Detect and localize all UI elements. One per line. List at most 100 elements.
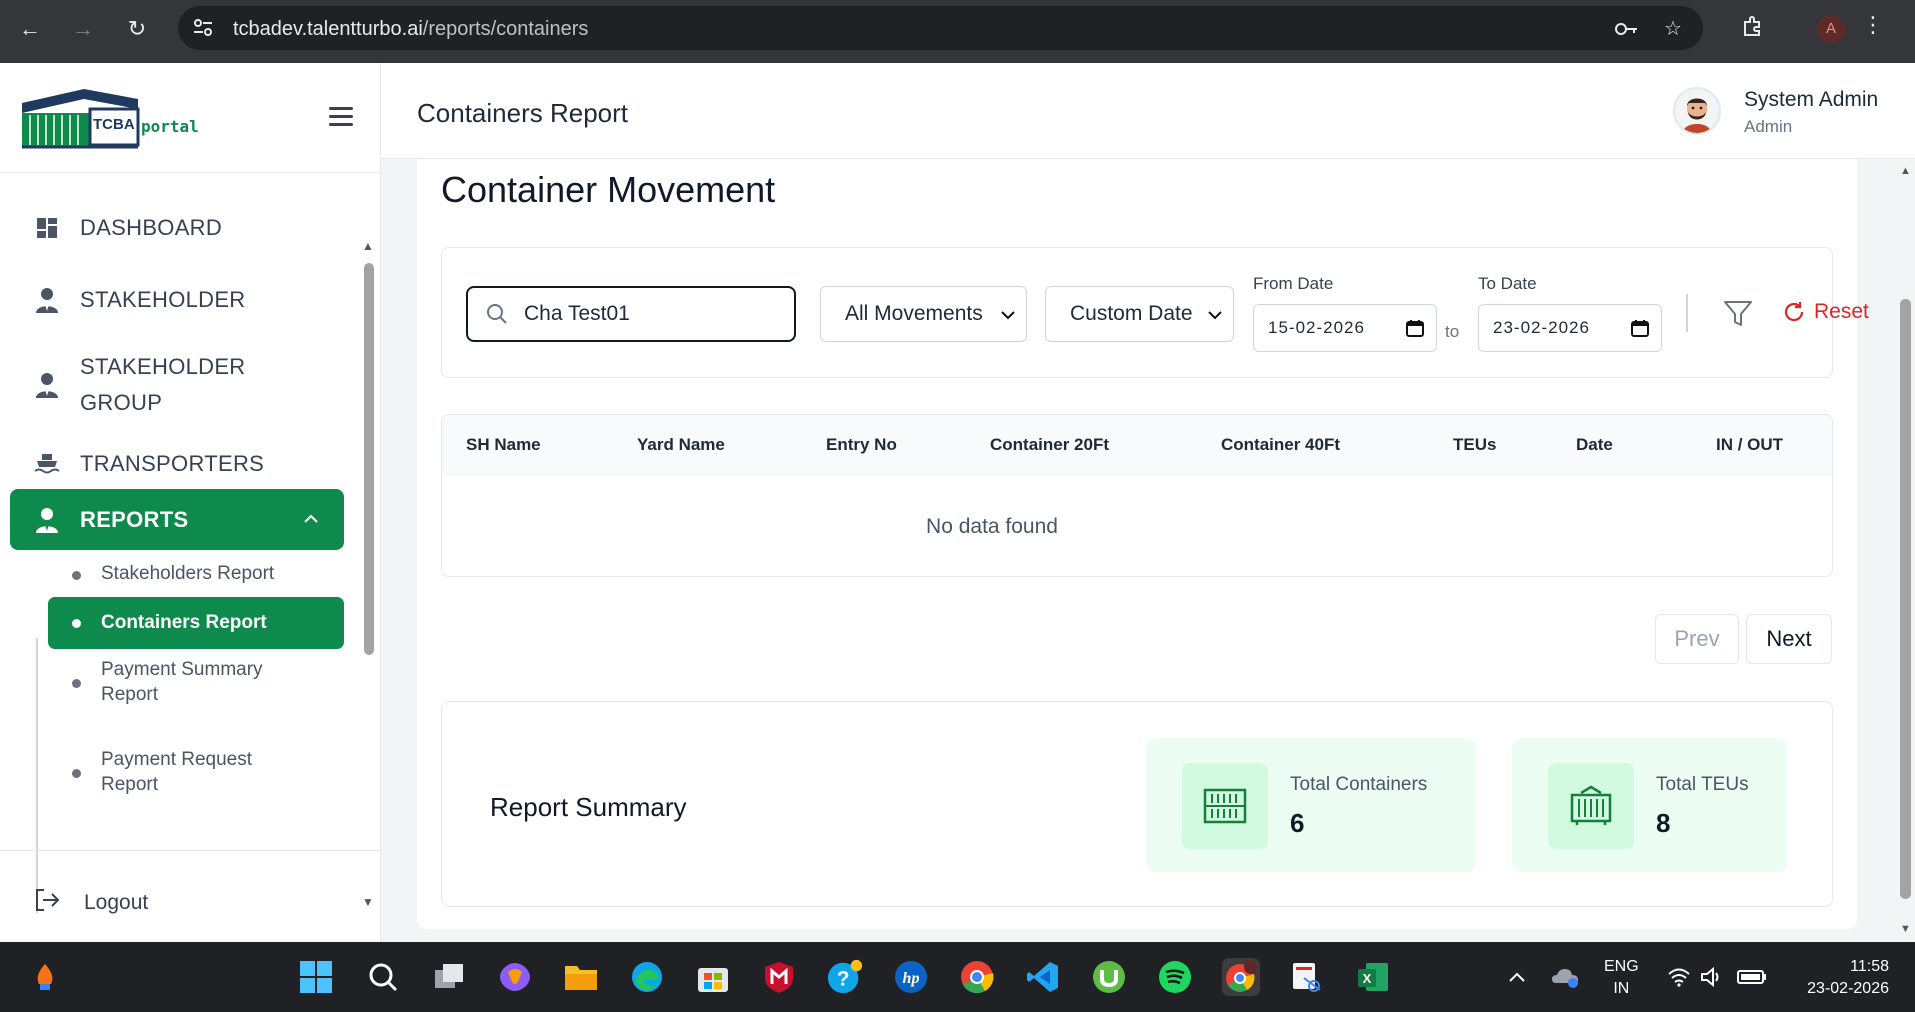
subitem-containers-report[interactable]: Containers Report	[48, 597, 344, 649]
browser-menu-icon[interactable]: ⋮	[1862, 12, 1884, 38]
subitem-payment-summary-report[interactable]: Payment Summary Report	[48, 653, 344, 717]
prev-button[interactable]: Prev	[1655, 614, 1739, 664]
empty-state: No data found	[926, 515, 1058, 538]
subitem-stakeholders-report[interactable]: Stakeholders Report	[48, 550, 344, 598]
sidebar-scrollbar[interactable]: ▲ ▼	[360, 173, 380, 913]
svg-text:?: ?	[837, 968, 850, 991]
widgets-icon[interactable]	[26, 958, 64, 996]
to-date-input[interactable]: 23-02-2026	[1478, 304, 1662, 352]
chevron-down-icon	[1207, 305, 1223, 321]
scroll-up-icon[interactable]: ▲	[362, 239, 374, 253]
scrollbar-thumb[interactable]	[364, 263, 374, 655]
to-separator: to	[1445, 322, 1460, 341]
back-icon[interactable]: ←	[13, 12, 47, 46]
key-icon[interactable]	[1613, 16, 1639, 42]
tcba-portal-logo[interactable]: TCBA portal	[20, 87, 200, 149]
address-bar[interactable]: tcbadev.talentturbo.ai/reports/container…	[178, 6, 1703, 50]
chevron-up-icon[interactable]	[304, 511, 318, 529]
sidebar-item-stakeholder[interactable]: STAKEHOLDER	[10, 279, 344, 321]
onedrive-icon[interactable]	[1546, 958, 1584, 996]
movement-select[interactable]: All Movements	[820, 286, 1027, 342]
edge-icon[interactable]	[628, 958, 666, 996]
sidebar-item-label: TRANSPORTERS	[80, 451, 265, 476]
scrollbar-thumb[interactable]	[1900, 299, 1911, 899]
region-code: IN	[1613, 980, 1630, 997]
task-view-icon[interactable]	[430, 958, 468, 996]
calendar-icon[interactable]	[1406, 319, 1424, 337]
filter-icon[interactable]	[1722, 298, 1754, 330]
sidebar-item-label: STAKEHOLDER	[80, 354, 246, 379]
calendar-icon[interactable]	[1631, 319, 1649, 337]
os-taskbar: ? hp X ENG IN 11:58 23-02-2026	[0, 942, 1915, 1012]
mcafee-icon[interactable]	[760, 958, 798, 996]
results-table: SH Name Yard Name Entry No Container 20F…	[441, 414, 1833, 577]
reset-button[interactable]: Reset	[1782, 300, 1869, 324]
scroll-up-icon[interactable]: ▲	[1900, 165, 1911, 177]
avatar[interactable]	[1673, 87, 1721, 135]
system-clock[interactable]: 11:58 23-02-2026	[1793, 956, 1889, 1000]
reload-icon[interactable]: ↻	[120, 12, 154, 46]
snipping-tool-icon[interactable]	[1288, 958, 1326, 996]
sidebar-item-label: REPORTS	[80, 506, 189, 532]
chevron-up-icon[interactable]	[1498, 958, 1536, 996]
column-header: Container 20Ft	[990, 435, 1110, 454]
from-date-value: 15-02-2026	[1268, 318, 1365, 337]
utorrent-icon[interactable]	[1090, 958, 1128, 996]
scroll-down-icon[interactable]: ▼	[362, 895, 374, 909]
site-settings-icon[interactable]	[192, 18, 214, 38]
logout-label: Logout	[84, 891, 149, 914]
file-explorer-icon[interactable]	[562, 958, 600, 996]
sidebar-item-transporters[interactable]: TRANSPORTERS	[10, 443, 344, 485]
language-code: ENG	[1604, 958, 1639, 975]
filter-panel: All Movements Custom Date From Date 15-0…	[441, 247, 1869, 378]
chrome-profile-icon[interactable]	[1222, 958, 1260, 996]
vscode-icon[interactable]	[1024, 958, 1062, 996]
browser-toolbar: ← → ↻ tcbadev.talentturbo.ai/reports/con…	[0, 0, 1915, 63]
volume-icon[interactable]	[1694, 958, 1730, 996]
from-date-input[interactable]: 15-02-2026	[1253, 304, 1437, 352]
excel-icon[interactable]: X	[1354, 958, 1392, 996]
sidebar-item-reports[interactable]: REPORTS	[10, 489, 344, 550]
to-date-label: To Date	[1478, 274, 1537, 293]
stat-total-teus: Total TEUs 8	[1512, 738, 1787, 872]
search-field[interactable]	[466, 286, 796, 342]
date-mode-select[interactable]: Custom Date	[1045, 286, 1234, 342]
page-title: Containers Report	[417, 98, 628, 128]
subitem-label: Containers Report	[101, 612, 267, 633]
scroll-down-icon[interactable]: ▼	[1900, 923, 1911, 935]
sidebar-item-label: DASHBOARD	[80, 215, 223, 240]
wifi-icon[interactable]	[1661, 958, 1697, 996]
hp-icon[interactable]: hp	[892, 958, 930, 996]
main-scrollbar[interactable]: ▲ ▼	[1896, 159, 1915, 942]
subitem-payment-request-report[interactable]: Payment Request Report	[48, 743, 344, 807]
user-name[interactable]: System Admin	[1744, 88, 1878, 112]
sidebar-item-dashboard[interactable]: DASHBOARD	[10, 207, 344, 249]
help-icon[interactable]: ?	[826, 958, 864, 996]
copilot-icon[interactable]	[496, 958, 534, 996]
star-icon[interactable]: ☆	[1660, 16, 1686, 42]
page-header: Containers Report System Admin Admin	[381, 63, 1915, 159]
sidebar-item-label: STAKEHOLDER	[80, 287, 246, 312]
logout-button[interactable]: Logout	[34, 888, 148, 918]
hamburger-menu-icon[interactable]	[329, 107, 353, 127]
column-header: IN / OUT	[1716, 435, 1784, 454]
store-icon[interactable]	[694, 958, 732, 996]
column-header: TEUs	[1453, 435, 1497, 454]
report-card: Container Movement All Movements Custom …	[417, 159, 1869, 929]
forward-icon[interactable]: →	[66, 12, 100, 46]
next-button[interactable]: Next	[1746, 614, 1832, 664]
language-indicator[interactable]: ENG IN	[1604, 956, 1639, 1000]
subitem-label: Payment Request	[101, 749, 253, 770]
search-icon[interactable]	[364, 958, 402, 996]
stat-total-containers: Total Containers 6	[1146, 738, 1476, 872]
sidebar-item-stakeholder-group[interactable]: STAKEHOLDER GROUP	[10, 349, 344, 421]
spotify-icon[interactable]	[1156, 958, 1194, 996]
profile-avatar[interactable]: A	[1817, 15, 1845, 43]
extensions-icon[interactable]	[1738, 14, 1768, 44]
battery-icon[interactable]	[1733, 958, 1771, 996]
chrome-icon[interactable]	[958, 958, 996, 996]
svg-text:X: X	[1363, 971, 1372, 986]
user-icon	[34, 287, 60, 313]
start-icon[interactable]	[297, 958, 335, 996]
search-input[interactable]	[524, 302, 764, 326]
